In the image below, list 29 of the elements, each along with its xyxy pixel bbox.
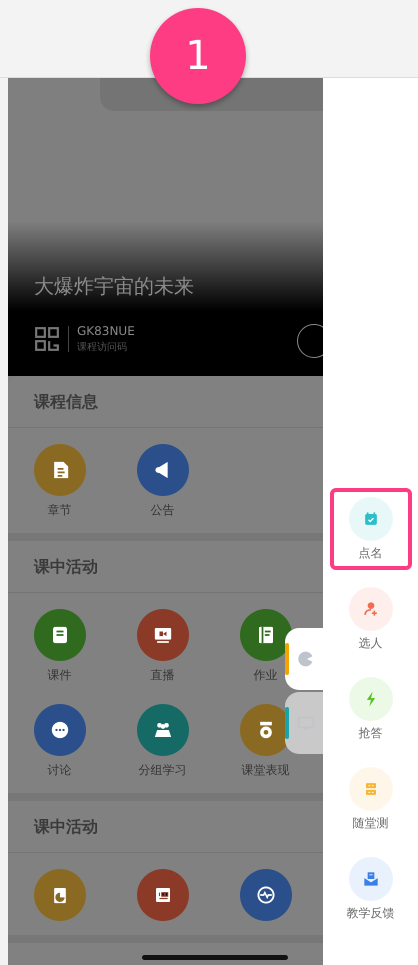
access-code: GK83NUE: [77, 324, 135, 338]
tool-button[interactable]: 选人: [330, 578, 412, 660]
feature-icon[interactable]: [136, 704, 188, 756]
feature-label[interactable]: 公告: [150, 502, 174, 519]
tool-button[interactable]: 抢答: [330, 668, 412, 750]
qr-code-icon[interactable]: [34, 326, 60, 352]
access-code-label: 课程访问码: [77, 340, 128, 354]
feature-label[interactable]: 讨论: [48, 762, 72, 779]
feature-icon[interactable]: [34, 704, 86, 756]
step-badge: 1: [150, 8, 246, 104]
feature-icon[interactable]: [34, 444, 86, 496]
tool-button[interactable]: 教学反馈: [330, 848, 412, 930]
feature-icon[interactable]: [136, 609, 188, 661]
feature-icon[interactable]: [240, 869, 292, 921]
feature-label[interactable]: 课堂表现: [242, 762, 290, 779]
feature-icon[interactable]: [34, 609, 86, 661]
feature-label[interactable]: 直播: [150, 667, 174, 684]
feature-icon[interactable]: [136, 869, 188, 921]
feature-label[interactable]: 分组学习: [138, 762, 186, 779]
feature-icon[interactable]: [136, 444, 188, 496]
feature-label[interactable]: 章节: [48, 502, 72, 519]
feature-label[interactable]: 作业: [254, 667, 278, 684]
feature-icon[interactable]: [240, 609, 292, 661]
tool-button[interactable]: 点名: [330, 488, 412, 570]
side-tab-menu[interactable]: [285, 628, 323, 690]
feature-label[interactable]: 课件: [48, 667, 72, 684]
tool-button[interactable]: 随堂测: [330, 758, 412, 840]
course-title: 大爆炸宇宙的未来: [34, 273, 195, 300]
feature-icon[interactable]: [34, 869, 86, 921]
